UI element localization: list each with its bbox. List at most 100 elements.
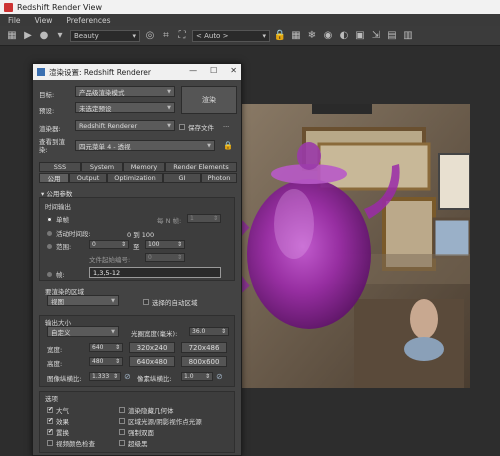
option-video-color-check[interactable]: 视频颜色检查 (47, 438, 95, 448)
app-title-bar: Redshift Render View (0, 0, 500, 14)
checkbox[interactable] (47, 440, 53, 446)
spinner-arrows-icon: ⇕ (176, 241, 182, 248)
frames-radio[interactable]: 帧: (47, 269, 65, 279)
option-super-black[interactable]: 超级黑 (119, 438, 148, 448)
frame-icon[interactable]: ⛶ (176, 30, 188, 42)
every-n-value: 1 (190, 215, 194, 222)
record-icon[interactable]: ● (38, 30, 50, 42)
view-to-render-select[interactable]: 四元菜单 4 - 透视 ▼ (75, 140, 215, 151)
option-area-lights[interactable]: 区域光源/阴影视作点光源 (119, 416, 202, 426)
checkbox[interactable] (119, 429, 125, 435)
preset-label: 预设: (39, 107, 55, 115)
lock-aspect-icon[interactable]: ⊘ (124, 372, 131, 381)
tab-render-elements[interactable]: Render Elements (165, 162, 237, 172)
range-radio[interactable]: 范围: (47, 241, 71, 251)
option-effects[interactable]: 效果 (47, 416, 69, 426)
play-icon[interactable]: ▶ (22, 30, 34, 42)
color-icon[interactable]: ◐ (338, 30, 350, 42)
snapshot-icon[interactable]: ▤ (386, 30, 398, 42)
film-icon[interactable]: ▦ (6, 30, 18, 42)
export-icon[interactable]: ⇲ (370, 30, 382, 42)
snowflake-icon[interactable]: ❄ (306, 30, 318, 42)
checkbox[interactable] (119, 418, 125, 424)
chevron-down-icon[interactable]: ▾ (54, 30, 66, 42)
pixel-aspect-spinner[interactable]: 1.0 ⇕ (181, 372, 213, 381)
width-spinner[interactable]: 640 ⇕ (89, 343, 123, 352)
frames-label: 帧: (56, 271, 65, 279)
settings-icon[interactable]: ▥ (402, 30, 414, 42)
tab-sss[interactable]: SSS (39, 162, 81, 172)
image-icon[interactable]: ▣ (354, 30, 366, 42)
preset-720x486-button[interactable]: 720x486 (181, 342, 227, 353)
frames-input[interactable]: 1,3,5-12 (89, 267, 221, 278)
preset-select[interactable]: 未选定预设 ▼ (75, 102, 175, 113)
range-to-spinner[interactable]: 100 ⇕ (145, 240, 185, 249)
zoom-select[interactable]: < Auto > ▾ (192, 29, 270, 42)
checkbox[interactable] (47, 407, 53, 413)
lock-icon[interactable]: 🔒 (274, 30, 286, 42)
save-file-box[interactable] (179, 124, 185, 130)
save-file-checkbox[interactable]: 保存文件 (179, 122, 214, 132)
lock-pixel-aspect-icon[interactable]: ⊘ (216, 372, 223, 381)
checkbox[interactable] (47, 429, 53, 435)
maximize-icon[interactable]: ☐ (210, 66, 217, 75)
option-atmosphere[interactable]: 大气 (47, 405, 69, 415)
target-label: 目标: (39, 91, 55, 99)
auto-region-checkbox[interactable]: 选择的自动区域 (143, 297, 198, 307)
aperture-spinner[interactable]: 36.0 ⇕ (189, 327, 229, 336)
checkbox[interactable] (119, 407, 125, 413)
pixel-aspect-label: 像素纵横比: (137, 375, 172, 383)
preset-800x600-button[interactable]: 800x600 (181, 356, 227, 367)
render-button[interactable]: 渲染 (181, 86, 237, 114)
more-button[interactable]: ... (223, 121, 229, 129)
single-frame-radio[interactable]: 单帧 (47, 214, 69, 224)
app-title: Redshift Render View (17, 2, 103, 12)
channel-select[interactable]: Beauty ▾ (70, 29, 140, 42)
tab-system[interactable]: System (81, 162, 123, 172)
minimize-icon[interactable]: — (189, 66, 197, 75)
option-force-two-sided[interactable]: 强制双面 (119, 427, 154, 437)
tab-optimization[interactable]: Optimization (107, 173, 163, 183)
active-segment-radio[interactable]: 活动时间段: (47, 228, 91, 238)
file-start-spinner[interactable]: 0 ⇕ (145, 253, 185, 262)
image-aspect-spinner[interactable]: 1.333 ⇕ (89, 372, 121, 381)
tab-output[interactable]: Output (69, 173, 107, 183)
range-from-spinner[interactable]: 0 ⇕ (89, 240, 129, 249)
render-area-select[interactable]: 视图 ▼ (47, 295, 119, 306)
preset-320x240-button[interactable]: 320x240 (129, 342, 175, 353)
auto-region-box[interactable] (143, 299, 149, 305)
output-size-select[interactable]: 自定义 ▼ (47, 326, 119, 337)
dialog-title-bar: 渲染设置: Redshift Renderer — ☐ ✕ (33, 64, 241, 80)
target-select[interactable]: 产品级渲染模式 ▼ (75, 86, 175, 97)
radio-indicator (47, 216, 52, 222)
menu-view[interactable]: View (35, 16, 53, 25)
height-spinner[interactable]: 480 ⇕ (89, 357, 123, 366)
grid-icon[interactable]: ▦ (290, 30, 302, 42)
renderer-select[interactable]: Redshift Renderer ▼ (75, 120, 175, 131)
target-value: 产品级渲染模式 (79, 88, 125, 97)
option-displacement[interactable]: 置换 (47, 427, 69, 437)
renderer-value: Redshift Renderer (79, 121, 138, 130)
active-segment-value: 0 到 100 (127, 231, 155, 239)
tab-common[interactable]: 公用 (39, 173, 69, 183)
checkbox[interactable] (119, 440, 125, 446)
redshift-app-icon (4, 2, 13, 12)
save-image-icon[interactable]: ◎ (144, 30, 156, 42)
menu-preferences[interactable]: Preferences (66, 16, 110, 25)
option-render-hidden[interactable]: 渲染隐藏几何体 (119, 405, 174, 415)
crop-icon[interactable]: ⌗ (160, 30, 172, 42)
close-icon[interactable]: ✕ (230, 66, 237, 75)
tab-gi[interactable]: GI (163, 173, 201, 183)
save-file-label: 保存文件 (188, 124, 214, 132)
menu-file[interactable]: File (8, 16, 21, 25)
option-label: 强制双面 (128, 429, 154, 437)
every-n-spinner[interactable]: 1 ⇕ (187, 214, 221, 223)
checkbox[interactable] (47, 418, 53, 424)
option-label: 区域光源/阴影视作点光源 (128, 418, 202, 426)
target-icon[interactable]: ◉ (322, 30, 334, 42)
lock-icon[interactable]: 🔒 (223, 141, 233, 150)
preset-640x480-button[interactable]: 640x480 (129, 356, 175, 367)
tab-memory[interactable]: Memory (123, 162, 165, 172)
spinner-arrows-icon: ⇕ (212, 215, 218, 222)
tab-photon[interactable]: Photon (201, 173, 237, 183)
